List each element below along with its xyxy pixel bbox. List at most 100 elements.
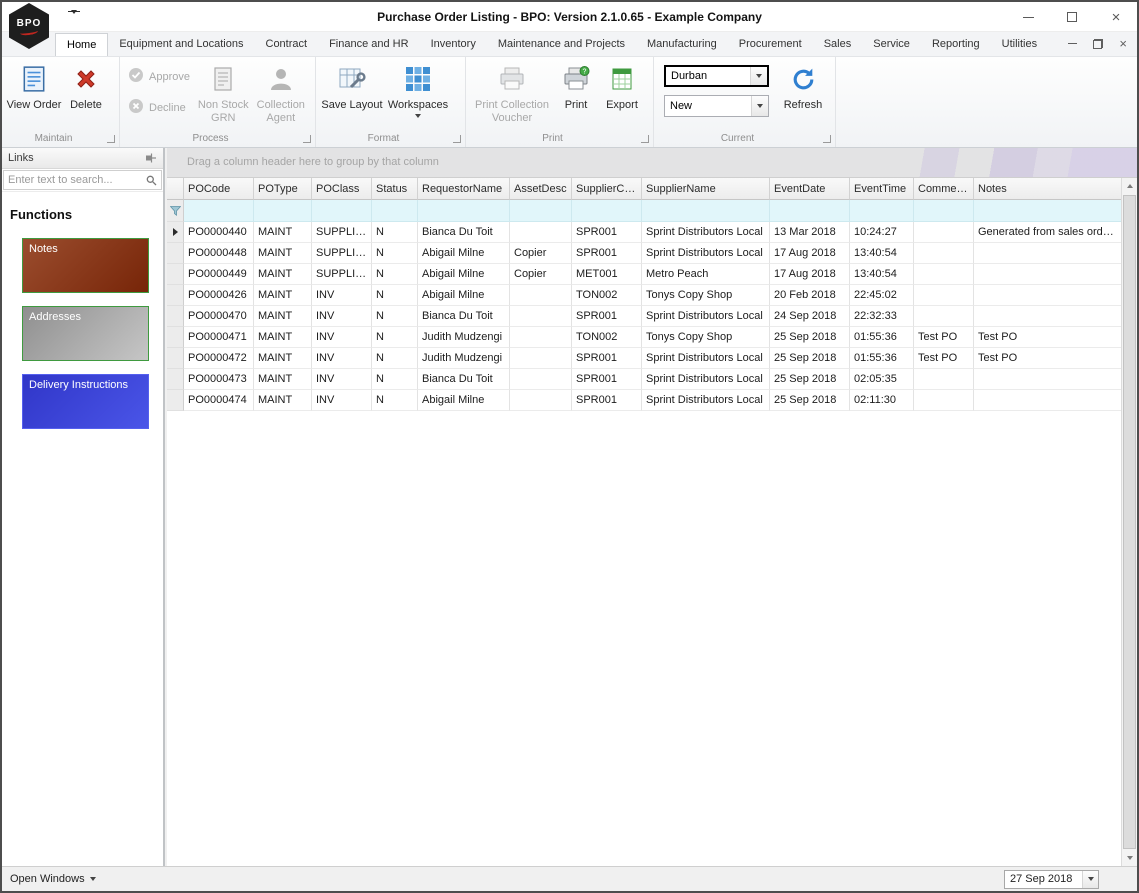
tile-delivery-instructions[interactable]: Delivery Instructions [22,374,149,429]
row-indicator [167,327,184,348]
tab-utilities[interactable]: Utilities [991,33,1048,56]
process-dialog-launcher-icon[interactable] [303,135,311,143]
tab-inventory[interactable]: Inventory [420,33,487,56]
tab-contract[interactable]: Contract [255,33,319,56]
format-dialog-launcher-icon[interactable] [453,135,461,143]
table-row[interactable]: PO0000472MAINTINVNJudith MudzengiSPR001S… [167,348,1121,369]
print-dialog-launcher-icon[interactable] [641,135,649,143]
tab-manufacturing[interactable]: Manufacturing [636,33,728,56]
maintain-dialog-launcher-icon[interactable] [107,135,115,143]
quick-access-dropdown-icon[interactable] [68,11,80,32]
site-combobox[interactable]: Durban [664,65,769,87]
tile-addresses[interactable]: Addresses [22,306,149,361]
tab-reporting[interactable]: Reporting [921,33,991,56]
table-row[interactable]: PO0000426MAINTINVNAbigail MilneTON002Ton… [167,285,1121,306]
maximize-icon[interactable] [1065,12,1079,22]
scrollbar-thumb[interactable] [1123,195,1136,849]
filter-cell-status[interactable] [372,200,418,222]
table-row[interactable]: PO0000473MAINTINVNBianca Du ToitSPR001Sp… [167,369,1121,390]
table-row[interactable]: PO0000449MAINTSUPPLIERNAbigail MilneCopi… [167,264,1121,285]
table-row[interactable]: PO0000440MAINTSUPPLIERNBianca Du ToitSPR… [167,222,1121,243]
ribbon-minimize-icon[interactable] [1068,43,1077,44]
cell-requestorname: Abigail Milne [418,264,510,285]
table-row[interactable]: PO0000474MAINTINVNAbigail MilneSPR001Spr… [167,390,1121,411]
filter-cell-pocode[interactable] [184,200,254,222]
tab-procurement[interactable]: Procurement [728,33,813,56]
open-windows-button[interactable]: Open Windows [10,873,96,885]
filter-cell-suppliercode[interactable] [572,200,642,222]
delete-button[interactable]: Delete [62,59,110,112]
column-header-eventtime[interactable]: EventTime [850,178,914,200]
status-combobox-value: New [665,100,751,112]
cell-eventdate: 17 Aug 2018 [770,243,850,264]
cell-status: N [372,243,418,264]
cell-comments [914,285,974,306]
filter-cell-notes[interactable] [974,200,1121,222]
tab-equipment-and-locations[interactable]: Equipment and Locations [108,33,254,56]
cell-suppliername: Tonys Copy Shop [642,327,770,348]
cell-potype: MAINT [254,348,312,369]
ribbon-restore-icon[interactable] [1093,39,1103,49]
column-header-potype[interactable]: POType [254,178,312,200]
table-row[interactable]: PO0000470MAINTINVNBianca Du ToitSPR001Sp… [167,306,1121,327]
export-button[interactable]: Export [598,59,646,112]
scroll-down-icon[interactable] [1122,850,1137,866]
tab-finance-and-hr[interactable]: Finance and HR [318,33,420,56]
tab-sales[interactable]: Sales [813,33,863,56]
column-header-assetdesc[interactable]: AssetDesc [510,178,572,200]
table-row[interactable]: PO0000448MAINTSUPPLIERNAbigail MilneCopi… [167,243,1121,264]
minimize-icon[interactable] [1021,17,1035,18]
column-header-pocode[interactable]: POCode [184,178,254,200]
filter-cell-poclass[interactable] [312,200,372,222]
delete-label: Delete [70,99,102,112]
site-combobox-dropdown-icon[interactable] [750,67,767,85]
column-header-requestorname[interactable]: RequestorName [418,178,510,200]
tab-maintenance-and-projects[interactable]: Maintenance and Projects [487,33,636,56]
search-input[interactable] [3,170,162,190]
cell-suppliername: Sprint Distributors Local [642,369,770,390]
column-header-notes[interactable]: Notes [974,178,1121,200]
ribbon-close-icon[interactable]: × [1119,36,1127,51]
column-header-eventdate[interactable]: EventDate [770,178,850,200]
status-date-editor[interactable]: 27 Sep 2018 [1004,870,1099,889]
filter-cell-comments[interactable] [914,200,974,222]
bpo-logo-swoosh-icon [20,27,39,35]
column-header-status[interactable]: Status [372,178,418,200]
tile-notes[interactable]: Notes [22,238,149,293]
filter-cell-potype[interactable] [254,200,312,222]
tab-service[interactable]: Service [862,33,921,56]
status-combobox-dropdown-icon[interactable] [751,96,768,116]
column-header-poclass[interactable]: POClass [312,178,372,200]
view-order-button[interactable]: View Order [6,59,62,112]
cell-suppliercode: TON002 [572,285,642,306]
filter-cell-assetdesc[interactable] [510,200,572,222]
column-header-suppliercode[interactable]: SupplierCode [572,178,642,200]
column-header-suppliername[interactable]: SupplierName [642,178,770,200]
filter-cell-eventdate[interactable] [770,200,850,222]
search-icon[interactable] [146,175,157,186]
status-combobox[interactable]: New [664,95,769,117]
scroll-up-icon[interactable] [1122,178,1137,194]
group-caption-maintain: Maintain [2,132,105,146]
delete-icon [69,62,103,96]
status-date-dropdown-icon[interactable] [1082,871,1098,888]
table-row[interactable]: PO0000471MAINTINVNJudith MudzengiTON002T… [167,327,1121,348]
purchase-order-grid-area: Drag a column header here to group by th… [167,148,1137,866]
cell-eventdate: 13 Mar 2018 [770,222,850,243]
approve-button: Approve [128,67,190,86]
filter-cell-requestorname[interactable] [418,200,510,222]
refresh-button[interactable]: Refresh [777,59,829,112]
close-icon[interactable]: × [1109,10,1123,25]
cell-notes [974,285,1121,306]
save-layout-button[interactable]: Save Layout [320,59,384,112]
group-by-panel[interactable]: Drag a column header here to group by th… [167,148,1137,178]
vertical-scrollbar[interactable] [1121,178,1137,866]
pin-icon[interactable] [145,152,157,164]
current-dialog-launcher-icon[interactable] [823,135,831,143]
workspaces-button[interactable]: Workspaces [384,59,452,118]
column-header-comments[interactable]: Comments [914,178,974,200]
filter-cell-suppliername[interactable] [642,200,770,222]
filter-cell-eventtime[interactable] [850,200,914,222]
tab-home[interactable]: Home [55,33,108,56]
print-button[interactable]: ? Print [554,59,598,112]
